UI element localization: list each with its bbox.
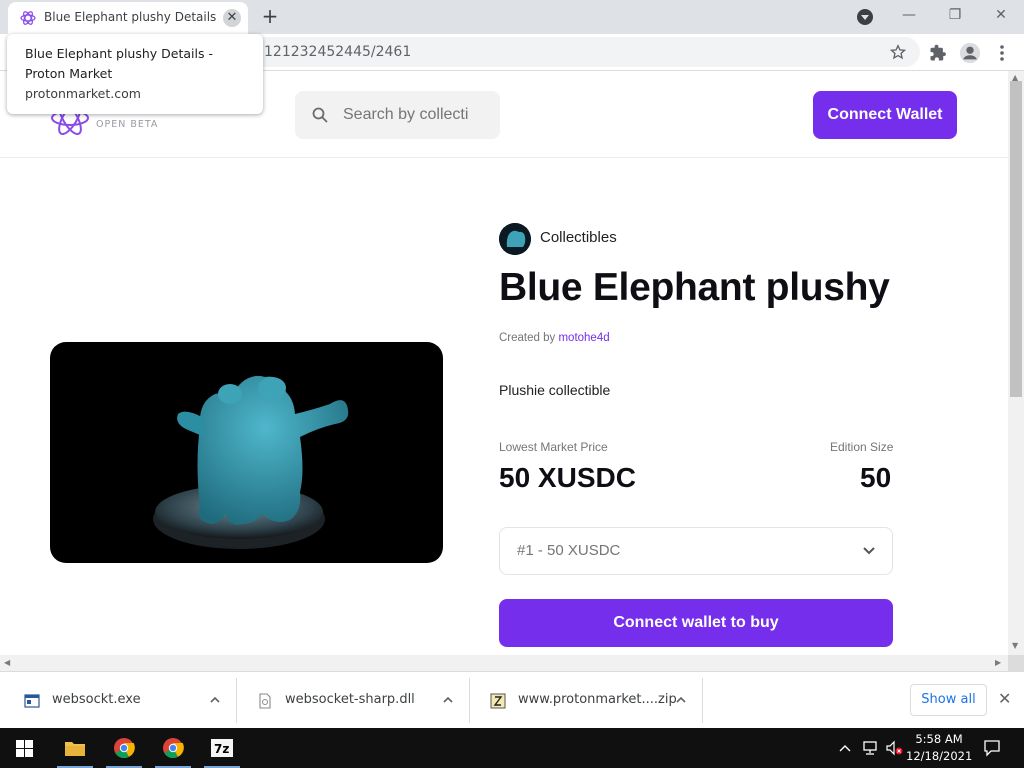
search-box[interactable] — [295, 91, 500, 139]
horizontal-scrollbar[interactable] — [0, 655, 1008, 671]
taskbar-file-explorer[interactable] — [53, 728, 97, 768]
collection-thumbnail-icon — [499, 223, 531, 255]
nft-description: Plushie collectible — [499, 382, 611, 398]
notification-center-icon[interactable] — [983, 739, 1001, 757]
search-icon — [312, 107, 328, 123]
scroll-up-arrow-icon[interactable]: ▲ — [1012, 73, 1018, 82]
download-item[interactable]: www.protonmarket....zip — [470, 678, 703, 723]
chevron-up-icon[interactable] — [209, 694, 221, 706]
zip-archive-icon — [490, 693, 506, 709]
chevron-up-icon[interactable] — [675, 694, 687, 706]
download-name: websocket-sharp.dll — [285, 692, 415, 707]
dll-file-icon — [259, 693, 271, 709]
chevron-up-icon[interactable] — [442, 694, 454, 706]
address-bar[interactable]: 121232452445/2461 — [246, 37, 920, 67]
blue-elephant-plushy-image — [153, 375, 349, 549]
clock-time: 5:58 AM — [915, 732, 963, 746]
nft-image — [50, 342, 443, 563]
logo-subtitle: OPEN BETA — [96, 119, 159, 130]
nft-title: Blue Elephant plushy — [499, 266, 890, 309]
edition-select-value: #1 - 50 XUSDC — [517, 542, 621, 559]
collection-name[interactable]: Collectibles — [540, 229, 617, 246]
7zip-icon: 7z — [211, 739, 233, 757]
connect-wallet-button[interactable]: Connect Wallet — [813, 91, 957, 139]
tab-title: Blue Elephant plushy Details - Proton Ma… — [44, 10, 216, 24]
chrome-icon — [163, 738, 184, 759]
volume-muted-icon[interactable] — [885, 740, 903, 756]
windows-taskbar: 7z 5:58 AM 12/18/2021 — [0, 728, 1024, 768]
scrollbar-corner — [1008, 655, 1024, 671]
profile-avatar-icon[interactable] — [959, 42, 981, 64]
page-viewport: OPEN BETA Connect Wallet — [0, 71, 1008, 655]
tab-hover-tooltip: Blue Elephant plushy Details - Proton Ma… — [7, 34, 263, 114]
tooltip-domain: protonmarket.com — [25, 86, 141, 101]
scroll-right-arrow-icon[interactable]: ▶ — [995, 658, 1001, 667]
edition-select[interactable]: #1 - 50 XUSDC — [499, 527, 893, 575]
collection-avatar[interactable] — [499, 223, 531, 255]
show-all-downloads-button[interactable]: Show all — [910, 684, 987, 716]
price-value: 50 XUSDC — [499, 462, 636, 493]
tab-search-icon[interactable] — [857, 9, 873, 25]
price-label: Lowest Market Price — [499, 440, 608, 454]
url-text: 121232452445/2461 — [264, 44, 412, 60]
created-by-prefix: Created by — [499, 332, 556, 344]
download-name: www.protonmarket....zip — [518, 692, 677, 707]
folder-icon — [65, 742, 85, 756]
chrome-menu-icon[interactable] — [999, 44, 1005, 62]
tab-close-icon[interactable]: ✕ — [223, 9, 241, 27]
network-icon[interactable] — [862, 740, 880, 756]
chrome-icon — [114, 738, 135, 759]
tooltip-title: Blue Elephant plushy Details - Proton Ma… — [25, 46, 213, 81]
svg-text:7z: 7z — [214, 742, 229, 756]
browser-tabstrip: Blue Elephant plushy Details - Proton Ma… — [0, 0, 1024, 34]
downloads-bar: websockt.exe websocket-sharp.dll www.pro… — [0, 671, 1024, 728]
scroll-down-arrow-icon[interactable]: ▼ — [1012, 641, 1018, 650]
edition-value: 50 — [860, 462, 892, 493]
taskbar-clock[interactable]: 5:58 AM 12/18/2021 — [906, 731, 972, 765]
taskbar-chrome-second[interactable] — [151, 728, 195, 768]
close-window-button[interactable]: ✕ — [978, 4, 1024, 26]
connect-wallet-to-buy-button[interactable]: Connect wallet to buy — [499, 599, 893, 647]
new-tab-button[interactable]: + — [259, 5, 281, 27]
edition-label: Edition Size — [830, 440, 894, 454]
chevron-down-icon — [863, 547, 875, 555]
taskbar-7zip[interactable]: 7z — [200, 728, 244, 768]
browser-tab[interactable]: Blue Elephant plushy Details - Proton Ma… — [8, 2, 248, 34]
created-by: Created by motohe4d — [499, 332, 610, 344]
tray-overflow-chevron-icon[interactable] — [839, 743, 851, 753]
download-name: websockt.exe — [52, 692, 141, 707]
proton-favicon-icon — [20, 11, 36, 25]
extensions-puzzle-icon[interactable] — [929, 44, 947, 62]
exe-file-icon — [24, 694, 40, 708]
taskbar-chrome[interactable] — [102, 728, 146, 768]
bookmark-star-icon[interactable] — [890, 44, 906, 60]
search-input[interactable] — [343, 104, 493, 126]
restore-button[interactable]: ❐ — [932, 4, 978, 26]
download-item[interactable]: websocket-sharp.dll — [237, 678, 470, 723]
minimize-button[interactable]: — — [886, 4, 932, 26]
close-downloads-icon[interactable]: ✕ — [998, 689, 1011, 708]
windows-start-icon[interactable] — [16, 740, 33, 757]
download-item[interactable]: websockt.exe — [4, 678, 237, 723]
vertical-scroll-thumb[interactable] — [1010, 81, 1022, 397]
creator-link[interactable]: motohe4d — [558, 332, 609, 344]
clock-date: 12/18/2021 — [906, 749, 973, 763]
scroll-left-arrow-icon[interactable]: ◀ — [4, 658, 10, 667]
